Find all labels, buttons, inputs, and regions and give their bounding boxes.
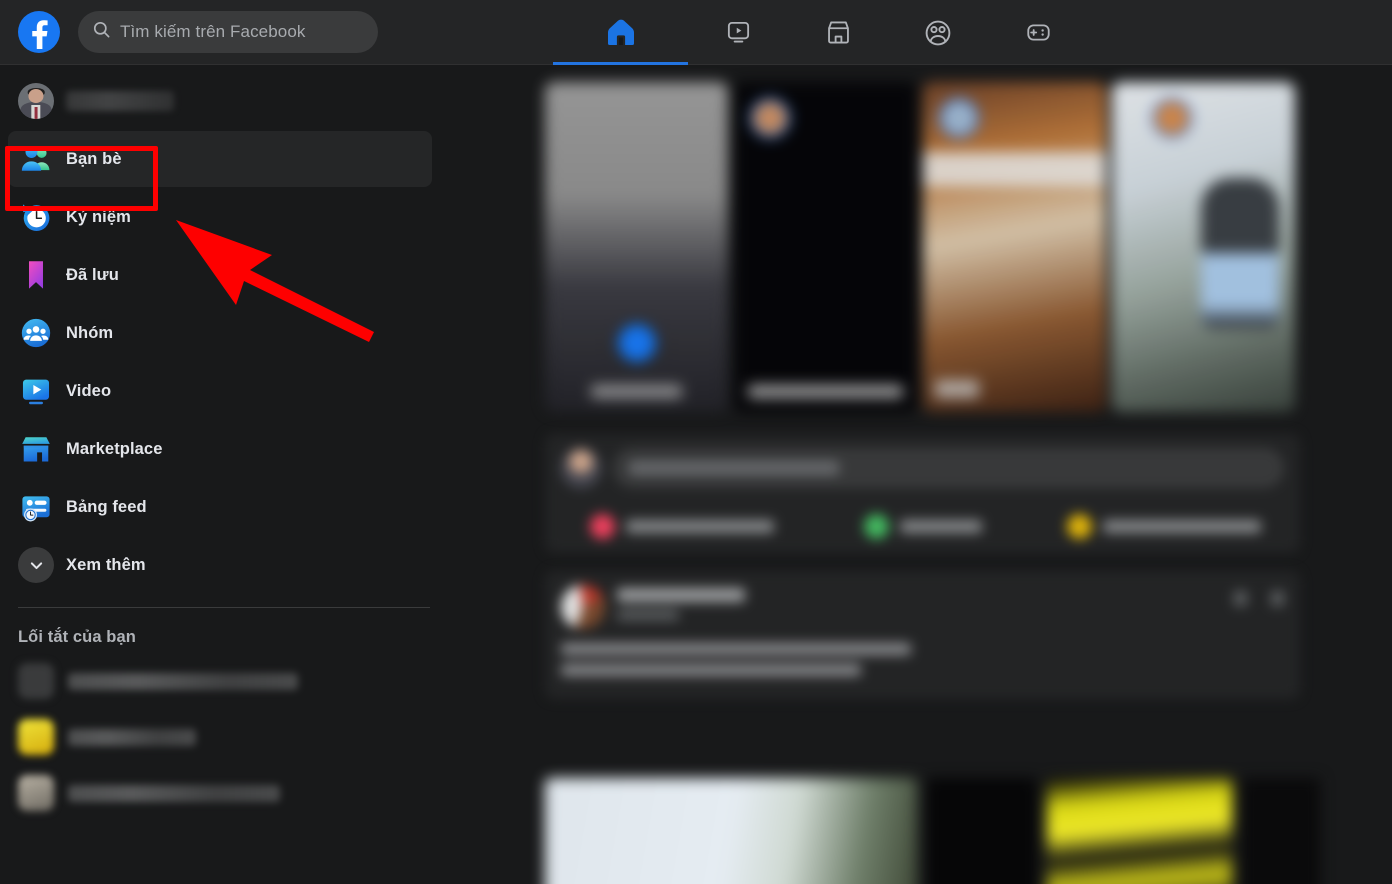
close-icon[interactable]	[1271, 591, 1284, 606]
sidebar-item-label: Kỷ niệm	[66, 207, 131, 226]
feeling-activity-button[interactable]	[1043, 514, 1284, 539]
story-avatar	[1152, 98, 1192, 138]
feeling-label-redacted	[1102, 520, 1261, 533]
sidebar-profile-name-redacted	[66, 91, 174, 111]
story-label-redacted	[591, 385, 682, 398]
post-author-redacted	[617, 588, 745, 602]
video-icon	[725, 19, 752, 46]
sidebar-item-video[interactable]: Video	[8, 363, 432, 419]
shortcut-icon	[18, 775, 54, 811]
video-icon	[18, 373, 54, 409]
sidebar-item-profile[interactable]	[8, 73, 432, 129]
avatar	[561, 448, 601, 488]
left-sidebar: Bạn bè Kỷ niệm Đã lưu Nhóm Video Marketp…	[0, 65, 440, 884]
post-image[interactable]	[1047, 778, 1232, 884]
sidebar-item-label: Nhóm	[66, 323, 114, 342]
sidebar-item-saved[interactable]: Đã lưu	[8, 247, 432, 303]
story-label-redacted	[935, 380, 979, 398]
shortcuts-heading: Lối tắt của bạn	[18, 628, 136, 646]
post-image[interactable]	[1242, 778, 1320, 884]
story-avatar	[939, 98, 979, 138]
post-timestamp-redacted	[617, 610, 679, 620]
sidebar-item-label: Bạn bè	[66, 149, 122, 168]
friends-icon	[18, 141, 54, 177]
sidebar-item-label: Bảng feed	[66, 497, 147, 516]
groups-icon	[924, 19, 952, 47]
create-post-placeholder-redacted	[629, 461, 839, 475]
chevron-down-icon	[18, 547, 54, 583]
shortcut-label-redacted	[68, 728, 196, 746]
facebook-logo-icon[interactable]	[18, 11, 60, 53]
sidebar-item-label: Đã lưu	[66, 265, 119, 284]
list-item[interactable]	[0, 765, 440, 821]
sidebar-item-label: Marketplace	[66, 439, 163, 458]
search-placeholder: Tìm kiếm trên Facebook	[120, 22, 306, 41]
header-nav-tabs	[553, 0, 1088, 65]
saved-icon	[18, 257, 54, 293]
post-media-row	[545, 778, 1320, 884]
story-card[interactable]	[545, 82, 728, 412]
avatar	[561, 585, 605, 629]
top-header: Tìm kiếm trên Facebook	[0, 0, 1392, 65]
sidebar-item-label: Xem thêm	[66, 555, 146, 574]
search-icon	[92, 20, 111, 44]
list-item[interactable]	[0, 653, 440, 709]
story-card[interactable]	[923, 82, 1106, 412]
avatar	[18, 83, 54, 119]
groups-icon	[18, 315, 54, 351]
sidebar-item-groups[interactable]: Nhóm	[8, 305, 432, 361]
marketplace-icon	[18, 431, 54, 467]
live-video-icon	[589, 514, 615, 539]
memories-icon	[18, 199, 54, 235]
sidebar-item-marketplace[interactable]: Marketplace	[8, 421, 432, 477]
feeling-icon	[1066, 514, 1092, 539]
photo-video-icon	[863, 514, 889, 539]
sidebar-item-label: Video	[66, 381, 112, 400]
post-text-redacted	[561, 643, 1284, 676]
photo-video-label-redacted	[899, 520, 982, 533]
shortcut-label-redacted	[68, 672, 298, 690]
live-video-button[interactable]	[561, 514, 802, 539]
post-card	[545, 571, 1300, 699]
live-video-label-redacted	[625, 520, 774, 533]
sidebar-item-friends[interactable]: Bạn bè	[8, 131, 432, 187]
list-item[interactable]	[0, 709, 440, 765]
gaming-icon	[1025, 19, 1052, 46]
search-input[interactable]: Tìm kiếm trên Facebook	[78, 11, 378, 53]
story-card[interactable]	[734, 82, 917, 412]
nav-tab-gaming[interactable]	[988, 0, 1088, 65]
post-image[interactable]	[545, 778, 917, 884]
ellipsis-icon[interactable]	[1234, 591, 1247, 606]
shortcut-icon	[18, 719, 54, 755]
nav-tab-groups[interactable]	[888, 0, 988, 65]
home-icon	[607, 18, 635, 47]
stories-tray	[545, 82, 1300, 412]
create-post-input[interactable]	[613, 448, 1284, 488]
create-story-button[interactable]	[613, 320, 660, 366]
main-feed	[440, 65, 1392, 884]
facebook-page: Tìm kiếm trên Facebook Bạn bè Kỷ niệm Đã…	[0, 0, 1392, 884]
post-image[interactable]	[927, 778, 1037, 884]
marketplace-icon	[825, 19, 852, 46]
nav-tab-home[interactable]	[553, 0, 688, 65]
photo-video-button[interactable]	[802, 514, 1043, 539]
nav-tab-video[interactable]	[688, 0, 788, 65]
shortcut-label-redacted	[68, 784, 280, 802]
post-composer	[545, 434, 1300, 553]
story-label-redacted	[748, 385, 903, 398]
sidebar-item-feeds[interactable]: Bảng feed	[8, 479, 432, 535]
story-avatar	[750, 98, 790, 138]
sidebar-item-see-more[interactable]: Xem thêm	[8, 537, 432, 593]
sidebar-item-memories[interactable]: Kỷ niệm	[8, 189, 432, 245]
shortcut-icon	[18, 663, 54, 699]
story-card[interactable]	[1112, 82, 1295, 412]
feeds-icon	[18, 489, 54, 525]
nav-tab-marketplace[interactable]	[788, 0, 888, 65]
